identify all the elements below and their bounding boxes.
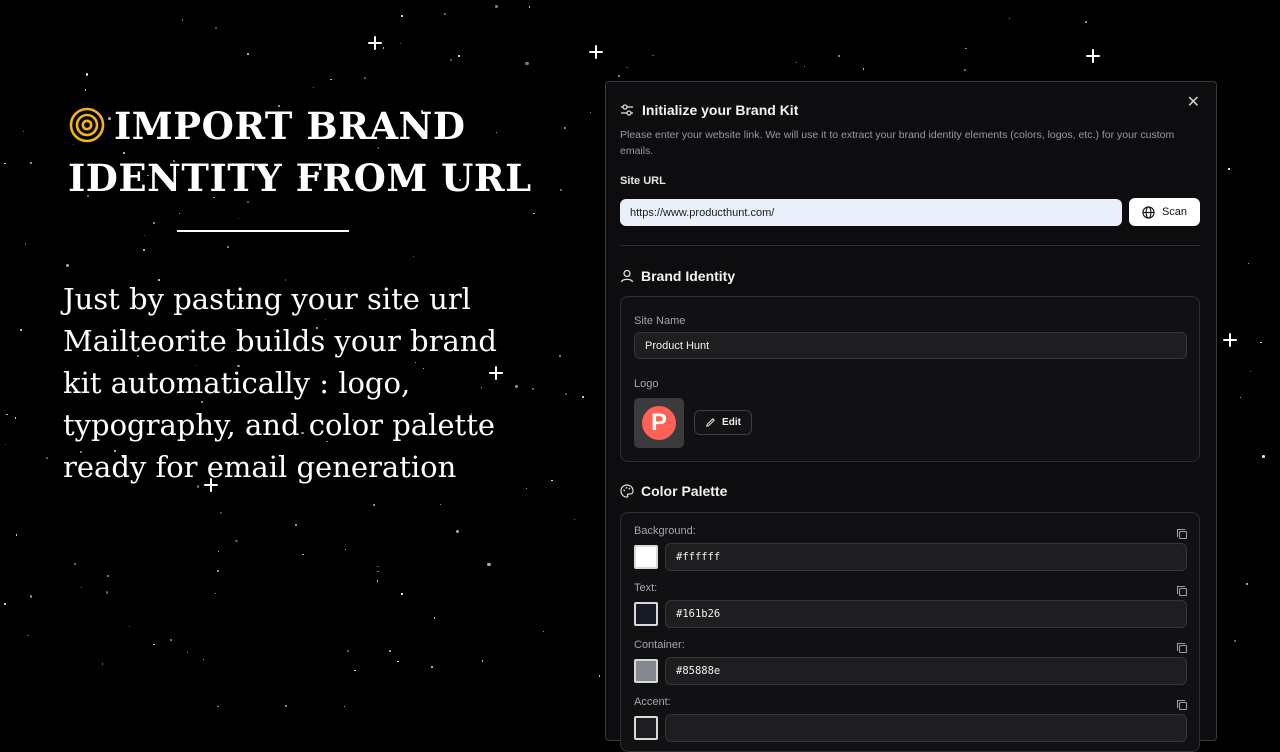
- site-url-input[interactable]: [620, 199, 1122, 226]
- color-hex-input[interactable]: #161b26: [665, 600, 1187, 628]
- color-swatch[interactable]: [634, 716, 658, 740]
- color-label: Accent:: [634, 696, 671, 708]
- color-palette-title: Color Palette: [641, 483, 728, 499]
- color-swatch[interactable]: [634, 602, 658, 626]
- scan-label: Scan: [1161, 206, 1188, 218]
- palette-icon: [620, 484, 634, 498]
- hero-title: IMPORT BRAND IDENTITY FROM URL: [68, 100, 548, 204]
- edit-label: Edit: [722, 417, 741, 428]
- brand-identity-heading: Brand Identity: [620, 268, 735, 284]
- copy-icon[interactable]: [1176, 699, 1188, 711]
- hero-body: Just by pasting your site url Mailteorit…: [63, 282, 497, 484]
- copy-icon[interactable]: [1176, 528, 1188, 540]
- product-hunt-logo: P: [642, 406, 676, 440]
- pencil-icon: [706, 418, 715, 427]
- site-url-label: Site URL: [620, 175, 666, 187]
- modal-header: Initialize your Brand Kit: [620, 102, 798, 118]
- brand-identity-title: Brand Identity: [641, 268, 736, 284]
- copy-icon[interactable]: [1176, 642, 1188, 654]
- brand-kit-modal: Initialize your Brand Kit ✕ Please enter…: [605, 81, 1217, 752]
- color-palette-heading: Color Palette: [620, 483, 727, 499]
- color-palette-card: Background: #ffffff Text: #161b26 Container:…: [620, 512, 1200, 752]
- site-name-input[interactable]: Product Hunt: [634, 332, 1187, 359]
- copy-icon[interactable]: [1176, 585, 1188, 597]
- color-swatch[interactable]: [634, 659, 658, 683]
- sliders-icon: [621, 104, 633, 116]
- edit-logo-button[interactable]: Edit: [694, 410, 752, 435]
- color-label: Text:: [634, 582, 658, 594]
- color-label: Background:: [634, 525, 696, 537]
- brand-identity-card: Site Name Product Hunt Logo P Edit: [620, 296, 1200, 462]
- color-hex-input[interactable]: #85888e: [665, 657, 1187, 685]
- color-swatch[interactable]: [634, 545, 658, 569]
- color-hex-input[interactable]: [665, 714, 1187, 742]
- divider: [620, 245, 1200, 246]
- color-hex-input[interactable]: #ffffff: [665, 543, 1187, 571]
- color-label: Container:: [634, 639, 685, 651]
- close-icon[interactable]: ✕: [1187, 92, 1200, 112]
- hero-divider: [177, 230, 349, 232]
- globe-icon: [1142, 205, 1155, 219]
- site-name-label: Site Name: [634, 315, 686, 327]
- modal-description: Please enter your website link. We will …: [620, 129, 1175, 157]
- logo-preview: P: [634, 398, 684, 448]
- modal-title: Initialize your Brand Kit: [642, 102, 799, 118]
- user-icon: [620, 269, 634, 283]
- scan-button[interactable]: Scan: [1129, 198, 1200, 226]
- logo-label: Logo: [634, 378, 659, 390]
- hero-title-text: IMPORT BRAND IDENTITY FROM URL: [68, 104, 532, 200]
- target-icon: [69, 107, 105, 143]
